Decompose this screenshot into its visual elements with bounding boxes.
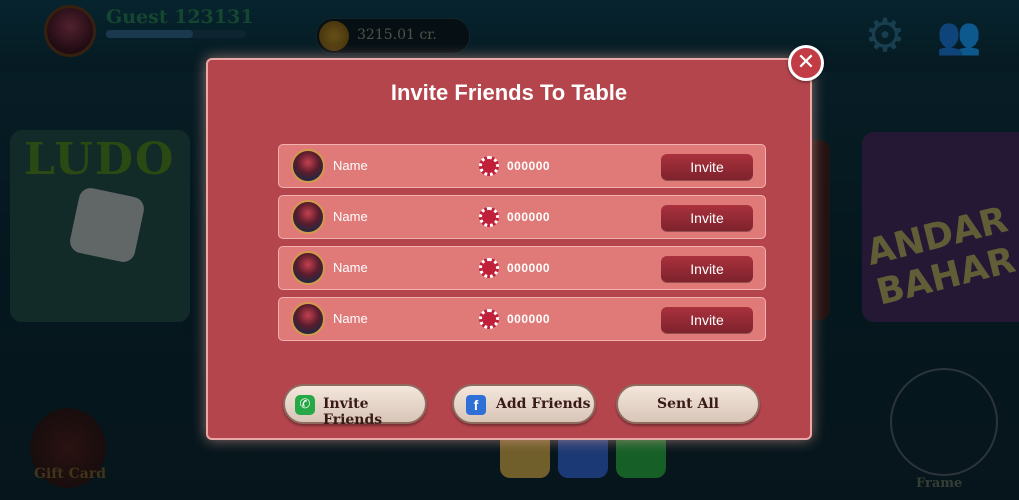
poker-chip-icon <box>479 258 499 278</box>
invite-button[interactable]: Invite <box>661 154 753 180</box>
sent-all-button[interactable]: Sent All <box>616 384 760 424</box>
friend-row: Name 000000 Invite <box>278 297 766 341</box>
friend-name: Name <box>333 260 368 275</box>
friend-avatar <box>291 251 325 285</box>
close-icon[interactable]: ✕ <box>788 45 824 81</box>
poker-chip-icon <box>479 156 499 176</box>
friend-name: Name <box>333 158 368 173</box>
invite-friends-label: Invite Friends <box>323 396 383 428</box>
friend-chips: 000000 <box>507 312 551 326</box>
invite-modal: Invite Friends To Table Name 000000 Invi… <box>206 58 812 440</box>
friend-name: Name <box>333 311 368 326</box>
sent-all-label: Sent All <box>656 396 720 412</box>
friend-row: Name 000000 Invite <box>278 195 766 239</box>
poker-chip-icon <box>479 309 499 329</box>
friend-chips: 000000 <box>507 261 551 275</box>
friend-chips: 000000 <box>507 159 551 173</box>
modal-title: Invite Friends To Table <box>390 80 628 105</box>
invite-button[interactable]: Invite <box>661 307 753 333</box>
invite-button[interactable]: Invite <box>661 205 753 231</box>
friend-avatar <box>291 200 325 234</box>
facebook-icon: f <box>466 395 486 415</box>
friend-chips: 000000 <box>507 210 551 224</box>
friend-avatar <box>291 149 325 183</box>
invite-friends-button[interactable]: ✆ Invite Friends <box>283 384 427 428</box>
invite-button[interactable]: Invite <box>661 256 753 282</box>
friend-avatar <box>291 302 325 336</box>
friend-row: Name 000000 Invite <box>278 246 766 290</box>
friend-row: Name 000000 Invite <box>278 144 766 188</box>
whatsapp-icon: ✆ <box>295 395 315 415</box>
poker-chip-icon <box>479 207 499 227</box>
friend-name: Name <box>333 209 368 224</box>
add-friends-label: Add Friends <box>496 396 591 412</box>
add-friends-button[interactable]: f Add Friends <box>452 384 596 424</box>
